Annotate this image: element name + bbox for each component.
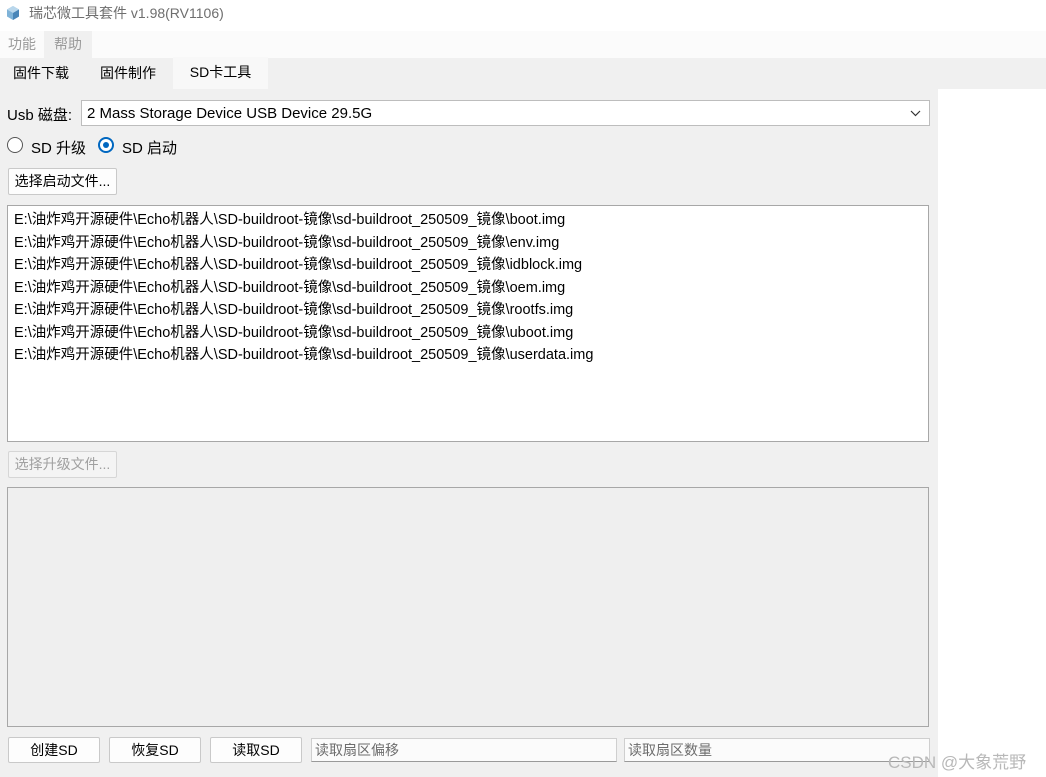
list-item: E:\油炸鸡开源硬件\Echo机器人\SD-buildroot-镜像\sd-bu… — [14, 347, 594, 363]
create-sd-button[interactable]: 创建SD — [8, 737, 100, 763]
radio-sd-upgrade[interactable] — [7, 137, 23, 153]
read-sd-button[interactable]: 读取SD — [210, 737, 302, 763]
list-item: E:\油炸鸡开源硬件\Echo机器人\SD-buildroot-镜像\sd-bu… — [14, 280, 566, 296]
tab-bar: 固件下载 固件制作 SD卡工具 — [0, 57, 1046, 89]
usb-disk-label: Usb 磁盘: — [7, 107, 73, 124]
upgrade-file-list[interactable] — [7, 487, 929, 727]
radio-sd-boot-label[interactable]: SD 启动 — [122, 137, 177, 158]
tab-firmware-download[interactable]: 固件下载 — [0, 58, 82, 89]
list-item: E:\油炸鸡开源硬件\Echo机器人\SD-buildroot-镜像\sd-bu… — [14, 302, 574, 318]
chevron-down-icon — [910, 110, 921, 117]
usb-disk-select[interactable]: 2 Mass Storage Device USB Device 29.5G — [81, 100, 930, 126]
sector-offset-input[interactable] — [311, 738, 617, 762]
list-item: E:\油炸鸡开源硬件\Echo机器人\SD-buildroot-镜像\sd-bu… — [14, 212, 566, 228]
tab-sd-card-tool[interactable]: SD卡工具 — [173, 57, 268, 89]
restore-sd-button[interactable]: 恢复SD — [109, 737, 201, 763]
tab-firmware-make[interactable]: 固件制作 — [86, 58, 170, 89]
list-item: E:\油炸鸡开源硬件\Echo机器人\SD-buildroot-镜像\sd-bu… — [14, 257, 583, 273]
menu-bar: 功能 帮助 — [0, 31, 1046, 58]
window-title: 瑞芯微工具套件 v1.98(RV1106) — [29, 5, 224, 21]
list-item: E:\油炸鸡开源硬件\Echo机器人\SD-buildroot-镜像\sd-bu… — [14, 235, 560, 251]
list-item: E:\油炸鸡开源硬件\Echo机器人\SD-buildroot-镜像\sd-bu… — [14, 325, 574, 341]
radio-sd-upgrade-label[interactable]: SD 升级 — [31, 137, 86, 158]
menu-help[interactable]: 帮助 — [44, 31, 92, 58]
menu-function[interactable]: 功能 — [0, 31, 44, 58]
radio-checked-dot — [103, 142, 109, 148]
select-upgrade-files-button[interactable]: 选择升级文件... — [8, 451, 117, 478]
radio-sd-boot[interactable] — [98, 137, 114, 153]
rockchip-app-icon — [7, 6, 19, 20]
sector-count-input[interactable] — [624, 738, 930, 762]
select-boot-files-button[interactable]: 选择启动文件... — [8, 168, 117, 195]
boot-file-list[interactable]: E:\油炸鸡开源硬件\Echo机器人\SD-buildroot-镜像\sd-bu… — [7, 205, 929, 442]
csdn-watermark: CSDN @大象荒野 — [888, 753, 1027, 772]
usb-disk-value: 2 Mass Storage Device USB Device 29.5G — [87, 105, 373, 122]
title-bar: 瑞芯微工具套件 v1.98(RV1106) — [0, 0, 1046, 26]
